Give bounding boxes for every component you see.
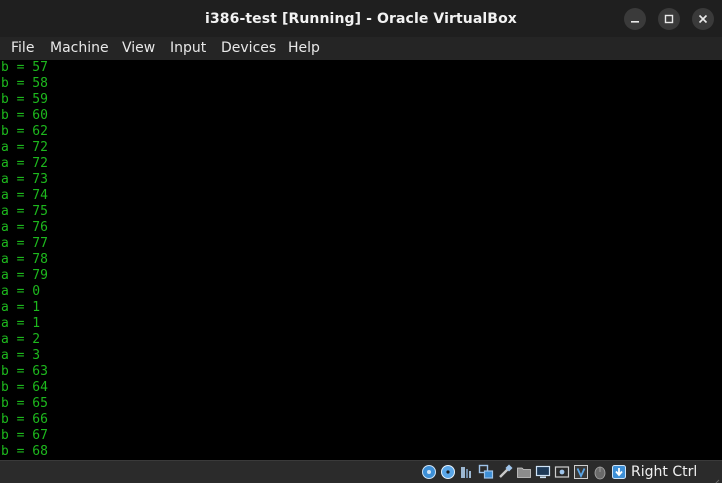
console-line: a = 77 [1, 236, 48, 251]
console-line: b = 68 [1, 444, 48, 459]
console-line: a = 79 [1, 268, 48, 283]
close-button[interactable] [692, 8, 714, 30]
console-line: b = 67 [1, 428, 48, 443]
optical-drive-icon[interactable] [440, 464, 456, 480]
console-line: a = 76 [1, 220, 48, 235]
minimize-icon [630, 14, 640, 24]
console-line: b = 57 [1, 60, 48, 75]
hard-disk-icon[interactable] [421, 464, 437, 480]
status-bar: Right Ctrl [0, 460, 722, 483]
console-line: b = 62 [1, 124, 48, 139]
console-line: a = 2 [1, 332, 41, 347]
console-line: a = 74 [1, 188, 48, 203]
console-line: b = 63 [1, 364, 48, 379]
console-line: a = 3 [1, 348, 41, 363]
virtualbox-window: i386-test [Running] - Oracle VirtualBox … [0, 0, 722, 483]
menu-view[interactable]: View [122, 37, 155, 60]
window-title: i386-test [Running] - Oracle VirtualBox [205, 11, 517, 27]
shared-folders-icon[interactable] [516, 464, 532, 480]
console-line: a = 1 [1, 316, 41, 331]
maximize-icon [664, 14, 674, 24]
host-key-label: Right Ctrl [631, 464, 698, 480]
usb-icon[interactable] [497, 464, 513, 480]
console-line: a = 72 [1, 156, 48, 171]
menu-file[interactable]: File [11, 37, 34, 60]
menu-machine[interactable]: Machine [50, 37, 109, 60]
guest-display[interactable]: b = 57 b = 58 b = 59 b = 60 b = 62 a = 7… [0, 60, 722, 460]
console-line: a = 1 [1, 300, 41, 315]
resize-grip-icon[interactable] [710, 472, 720, 483]
console-line: a = 78 [1, 252, 48, 267]
console-line: a = 0 [1, 284, 41, 299]
console-line: b = 66 [1, 412, 48, 427]
console-line: a = 75 [1, 204, 48, 219]
minimize-button[interactable] [624, 8, 646, 30]
title-bar[interactable]: i386-test [Running] - Oracle VirtualBox [0, 0, 722, 37]
keyboard-capture-icon[interactable] [611, 464, 627, 480]
console-line: b = 58 [1, 76, 48, 91]
menu-devices[interactable]: Devices [221, 37, 276, 60]
virtualization-icon[interactable] [573, 464, 589, 480]
close-icon [698, 14, 708, 24]
mouse-integration-icon[interactable] [592, 464, 608, 480]
menu-input[interactable]: Input [170, 37, 206, 60]
display-icon[interactable] [535, 464, 551, 480]
console-line: a = 72 [1, 140, 48, 155]
menu-help[interactable]: Help [288, 37, 320, 60]
console-line: b = 64 [1, 380, 48, 395]
menu-bar: File Machine View Input Devices Help [0, 37, 722, 61]
maximize-button[interactable] [658, 8, 680, 30]
console-line: b = 59 [1, 92, 48, 107]
network-icon[interactable] [478, 464, 494, 480]
audio-icon[interactable] [459, 464, 475, 480]
recording-icon[interactable] [554, 464, 570, 480]
console-line: b = 60 [1, 108, 48, 123]
console-line: b = 65 [1, 396, 48, 411]
console-line: a = 73 [1, 172, 48, 187]
